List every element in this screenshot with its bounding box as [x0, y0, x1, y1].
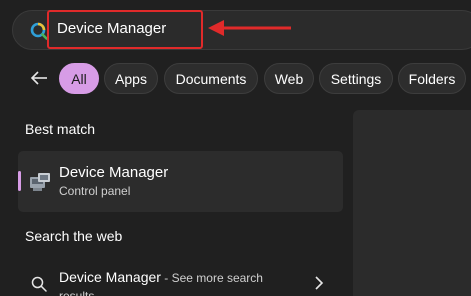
- web-result-title: Device Manager - See more search: [59, 269, 263, 285]
- filter-settings-label: Settings: [330, 70, 382, 87]
- filter-folders-label: Folders: [408, 70, 456, 87]
- preview-pane: [353, 110, 471, 296]
- back-arrow-icon: [30, 71, 47, 85]
- back-button[interactable]: [27, 66, 51, 90]
- device-manager-icon: [30, 173, 50, 191]
- search-colored-icon: [30, 22, 48, 40]
- web-result-subtitle: results: [59, 289, 95, 296]
- search-web-heading: Search the web: [25, 228, 123, 244]
- filter-all[interactable]: All: [59, 63, 99, 94]
- filter-web-label: Web: [274, 70, 304, 87]
- best-match-heading: Best match: [25, 121, 96, 137]
- web-result-query: Device Manager: [59, 269, 161, 285]
- best-match-title: Device Manager: [59, 164, 169, 181]
- filter-documents-label: Documents: [175, 70, 247, 87]
- filter-documents[interactable]: Documents: [164, 63, 258, 94]
- filter-web[interactable]: Web: [264, 63, 314, 94]
- selection-indicator: [18, 171, 21, 191]
- chevron-right-icon: [315, 276, 324, 290]
- annotation-arrow-icon: [208, 20, 291, 36]
- best-match-subtitle: Control panel: [59, 184, 131, 198]
- highlight-box: [47, 10, 203, 49]
- web-result-more: - See more search: [160, 271, 263, 285]
- filter-apps-label: Apps: [115, 70, 147, 87]
- search-icon: [31, 276, 47, 292]
- best-match-card[interactable]: Device Manager Control panel: [18, 151, 343, 212]
- filter-all-label: All: [71, 70, 87, 87]
- filter-apps[interactable]: Apps: [104, 63, 158, 94]
- web-result-row[interactable]: Device Manager - See more search results: [18, 258, 343, 296]
- filter-folders[interactable]: Folders: [398, 63, 466, 94]
- filter-settings[interactable]: Settings: [319, 63, 393, 94]
